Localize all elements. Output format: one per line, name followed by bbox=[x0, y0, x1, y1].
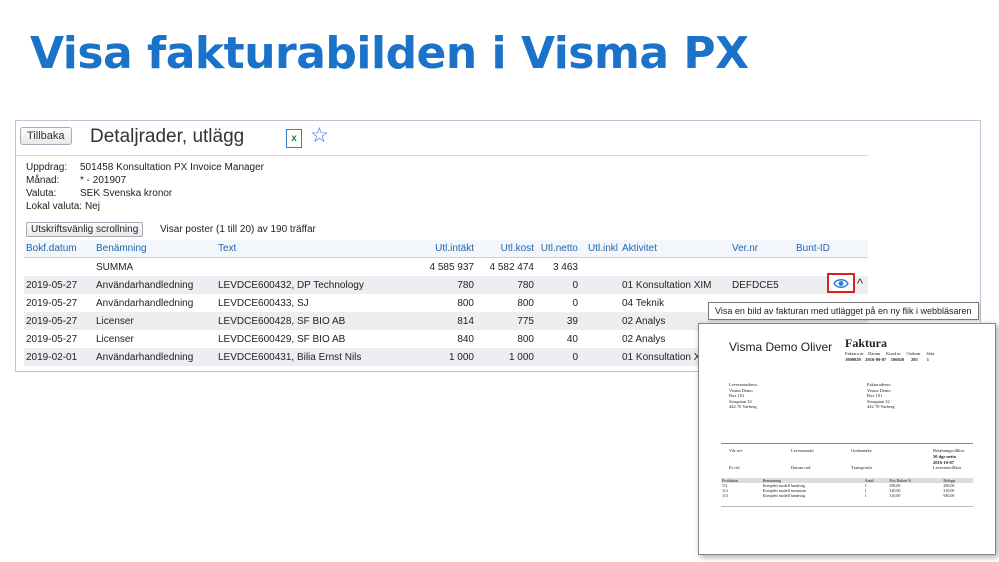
invoice-billing-address: Fakturadress: Visma Demo Box 101 Storgat… bbox=[867, 382, 895, 409]
col-ver-nr[interactable]: Ver.nr bbox=[730, 240, 794, 258]
col-bokf-datum[interactable]: Bokf.datum bbox=[24, 240, 94, 258]
col-utl-kost[interactable]: Utl.kost bbox=[476, 240, 536, 258]
invoice-company: Visma Demo Oliver bbox=[729, 340, 833, 354]
table-header-row: Bokf.datum Benämning Text Utl.intäkt Utl… bbox=[24, 240, 868, 258]
page-title: Detaljrader, utlägg bbox=[90, 126, 245, 147]
col-utl-intakt[interactable]: Utl.intäkt bbox=[406, 240, 476, 258]
col-benamning[interactable]: Benämning bbox=[94, 240, 216, 258]
invoice-title: Faktura bbox=[845, 336, 887, 350]
slide-title: Visa fakturabilden i Visma PX bbox=[30, 28, 749, 79]
info-row-manad: Månad: * - 201907 bbox=[26, 175, 127, 186]
excel-export-icon[interactable]: x bbox=[286, 129, 302, 148]
invoice-carrier: Transportör bbox=[851, 465, 873, 470]
invoice-your-ref: Er ref. bbox=[729, 465, 741, 470]
invoice-payment-terms-label: Betalningsvillkor bbox=[933, 448, 965, 453]
invoice-table-bottom bbox=[721, 506, 973, 507]
favorite-star-icon[interactable]: ☆ bbox=[310, 123, 329, 148]
invoice-payment-terms: 30 dgr netto 2016-10-07 bbox=[933, 454, 957, 465]
col-text[interactable]: Text bbox=[216, 240, 406, 258]
hits-count: Visar poster (1 till 20) av 190 träffar bbox=[160, 224, 316, 235]
invoice-meta-headers: Faktura nr Datum Kund nr Ordernr Sida bbox=[845, 351, 935, 356]
invoice-goods-mark: Godsmärke bbox=[851, 448, 872, 453]
eye-icon bbox=[833, 278, 849, 288]
print-scroll-button[interactable]: Utskriftsvänlig scrollning bbox=[26, 222, 144, 237]
header-divider bbox=[16, 155, 868, 156]
invoice-items-table: Produktnr Benämning Antal Pris Rabatt % … bbox=[721, 478, 973, 498]
grid-toolbar: Utskriftsvänlig scrollning Visar poster … bbox=[26, 222, 316, 238]
col-bunt-id[interactable]: Bunt-ID bbox=[794, 240, 868, 258]
info-block: Uppdrag: 501458 Konsultation PX Invoice M… bbox=[26, 161, 264, 213]
table-row[interactable]: 2019-05-27 Användarhandledning LEVDCE600… bbox=[24, 276, 868, 294]
summa-netto: 3 463 bbox=[552, 261, 578, 273]
invoice-divider bbox=[721, 443, 973, 444]
col-utl-netto[interactable]: Utl.netto bbox=[536, 240, 580, 258]
invoice-delivery-method: Leveranssätt bbox=[791, 448, 814, 453]
invoice-order-date: Datum ord bbox=[791, 465, 811, 470]
summa-label: SUMMA bbox=[96, 261, 134, 273]
chevron-up-icon[interactable]: ^ bbox=[857, 276, 863, 291]
summa-kost: 4 582 474 bbox=[489, 261, 535, 273]
invoice-meta-values: 1000020 2016-09-07 100020 285 1 bbox=[845, 357, 929, 362]
summa-intakt: 4 585 937 bbox=[429, 261, 475, 273]
summa-row: SUMMA 4 585 937 4 582 474 3 463 bbox=[24, 258, 868, 277]
view-invoice-tooltip: Visa en bild av fakturan med utlägget på… bbox=[708, 302, 979, 320]
invoice-preview: Visma Demo Oliver Faktura Faktura nr Dat… bbox=[698, 323, 996, 555]
invoice-item-row: 113 Komplett modell landsväg 1 310,00 94… bbox=[722, 493, 955, 498]
invoice-delivery-address: Leveransadress: Visma Demo Box 101 Storg… bbox=[729, 382, 758, 409]
info-row-uppdrag: Uppdrag: 501458 Konsultation PX Invoice M… bbox=[26, 162, 265, 173]
info-row-valuta: Valuta: SEK Svenska kronor bbox=[26, 188, 173, 199]
view-invoice-button[interactable] bbox=[827, 273, 855, 293]
invoice-delivery-terms: Leveransvillkor bbox=[933, 465, 962, 470]
col-utl-inkl[interactable]: Utl.inkl bbox=[580, 240, 620, 258]
invoice-our-ref: Vår ref. bbox=[729, 448, 743, 453]
col-aktivitet[interactable]: Aktivitet bbox=[620, 240, 730, 258]
info-row-lokal-valuta: Lokal valuta: Nej bbox=[26, 201, 100, 212]
back-button[interactable]: Tillbaka bbox=[20, 127, 72, 145]
